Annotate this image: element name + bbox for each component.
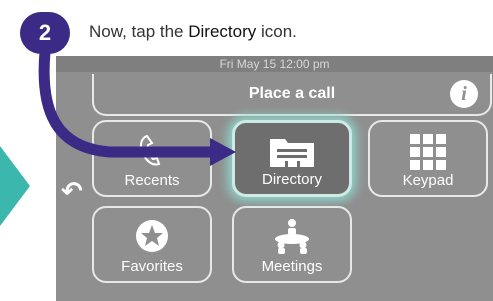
pointer-arrow <box>38 46 236 166</box>
